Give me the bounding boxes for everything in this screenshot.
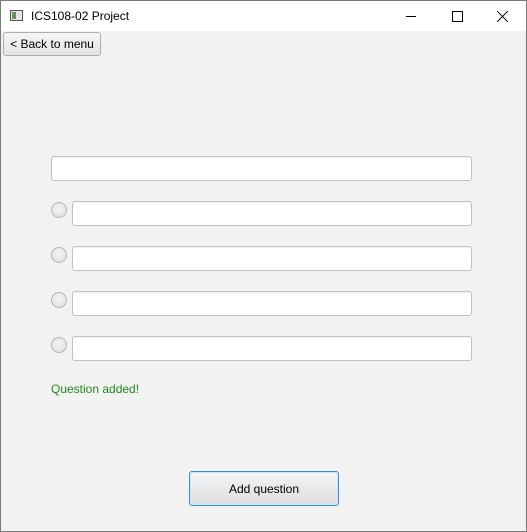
app-window: ICS108-02 Project < Back to menu Questio… [0, 0, 527, 532]
status-message: Question added! [51, 382, 140, 396]
back-to-menu-button[interactable]: < Back to menu [3, 32, 101, 56]
maximize-icon [451, 10, 463, 22]
minimize-icon [406, 15, 416, 17]
answer-3-input[interactable] [72, 291, 472, 316]
title-bar: ICS108-02 Project [1, 1, 526, 31]
window-title: ICS108-02 Project [31, 9, 130, 23]
close-icon [497, 10, 509, 22]
answer-4-input[interactable] [72, 336, 472, 361]
answer-4-radio[interactable] [51, 337, 67, 353]
answer-1-radio[interactable] [51, 202, 67, 218]
minimize-button[interactable] [388, 1, 434, 31]
answer-1-input[interactable] [72, 201, 472, 226]
close-button[interactable] [480, 1, 526, 31]
question-input[interactable] [51, 156, 472, 181]
maximize-button[interactable] [434, 1, 480, 31]
answer-2-radio[interactable] [51, 247, 67, 263]
answer-2-input[interactable] [72, 246, 472, 271]
app-icon [10, 10, 23, 21]
add-question-button[interactable]: Add question [189, 471, 339, 506]
answer-3-radio[interactable] [51, 292, 67, 308]
